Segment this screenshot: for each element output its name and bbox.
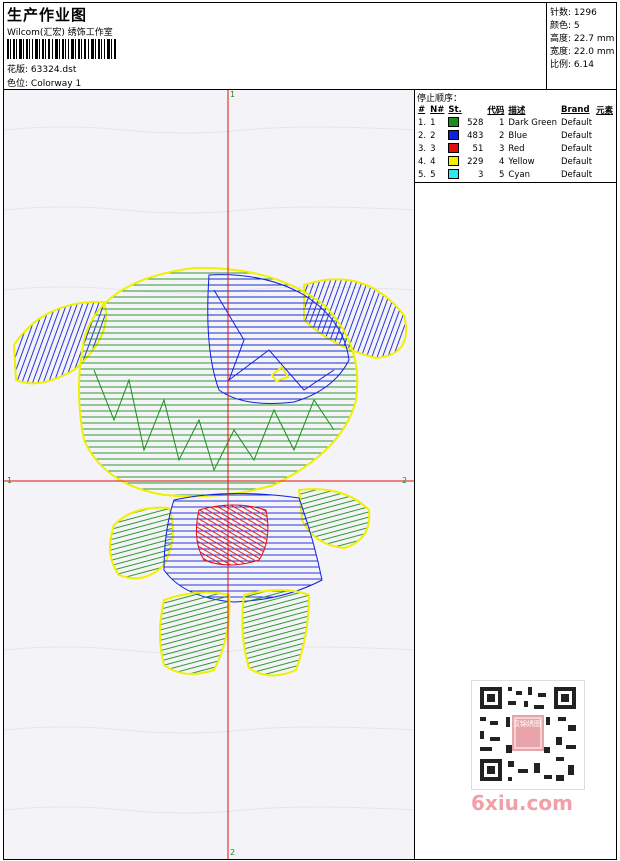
row-code: 2 bbox=[498, 130, 505, 141]
row-index: 4. bbox=[418, 156, 427, 167]
stop-sequence-panel: 停止顺序： # N# St. 代码 描述 Brand 元素 1. 1 528 1 Dar… bbox=[415, 90, 616, 183]
table-row: 4. 4 229 4 Yellow Default bbox=[416, 155, 615, 168]
production-sheet: 生产作业图 Wilcom(汇宏) 绣饰工作室 花版: 63324.dst 色位:… bbox=[3, 2, 617, 860]
row-code: 1 bbox=[498, 117, 505, 128]
row-code: 5 bbox=[498, 169, 505, 180]
col-header: St. bbox=[448, 104, 462, 115]
axis-label-bottom: 2 bbox=[230, 848, 236, 857]
table-header-row: # N# St. 代码 描述 Brand 元素 bbox=[416, 103, 615, 116]
table-row: 5. 5 3 5 Cyan Default bbox=[416, 168, 615, 181]
row-index: 3. bbox=[418, 143, 427, 154]
stitch-count: 51 bbox=[472, 143, 484, 154]
row-brand: Default bbox=[561, 143, 593, 154]
row-code: 3 bbox=[498, 143, 505, 154]
row-element bbox=[594, 129, 615, 142]
colorway-label: 色位: bbox=[7, 79, 29, 89]
embroidery-drawing bbox=[4, 90, 414, 859]
design-file-line: 花版: 63324.dst bbox=[7, 62, 76, 75]
color-swatch bbox=[448, 169, 460, 180]
colorway-name: Colorway 1 bbox=[30, 79, 82, 89]
row-needle: 2 bbox=[430, 130, 436, 141]
colorway-line: 色位: Colorway 1 bbox=[7, 76, 81, 89]
row-needle: 3 bbox=[430, 143, 436, 154]
color-swatch bbox=[448, 156, 460, 167]
color-swatch bbox=[448, 130, 460, 141]
table-row: 2. 2 483 2 Blue Default bbox=[416, 129, 615, 142]
row-brand: Default bbox=[561, 169, 593, 180]
spec-colors: 颜色: 5 bbox=[550, 21, 580, 31]
row-element bbox=[594, 168, 615, 181]
stitch-count: 3 bbox=[477, 169, 484, 180]
spec-panel: 针数: 1296 颜色: 5 高度: 22.7 mm 宽度: 22.0 mm 比… bbox=[546, 3, 617, 89]
row-index: 5. bbox=[418, 169, 427, 180]
row-needle: 5 bbox=[430, 169, 436, 180]
spec-height: 高度: 22.7 mm bbox=[550, 34, 615, 44]
barcode-icon bbox=[7, 39, 116, 59]
stitch-count: 483 bbox=[467, 130, 484, 141]
design-file-name: 63324.dst bbox=[30, 65, 77, 75]
watermark-logo: 6xiu.com bbox=[471, 791, 573, 815]
row-stitches: 51 bbox=[446, 142, 485, 155]
company-name: Wilcom(汇宏) 绣饰工作室 bbox=[7, 28, 113, 38]
col-header: # bbox=[418, 104, 426, 115]
page-title: 生产作业图 bbox=[7, 6, 88, 24]
design-file-label: 花版: bbox=[7, 65, 29, 75]
row-index: 1. bbox=[418, 117, 427, 128]
qr-stamp: 汉锦绣图 bbox=[513, 720, 541, 728]
row-description: Yellow bbox=[508, 156, 535, 167]
color-swatch bbox=[448, 117, 460, 128]
axis-label-top: 1 bbox=[230, 90, 236, 99]
color-swatch bbox=[448, 143, 460, 154]
row-element bbox=[594, 155, 615, 168]
col-header: 元素 bbox=[596, 105, 614, 116]
spec-width: 宽度: 22.0 mm bbox=[550, 47, 615, 57]
stop-sequence-table: # N# St. 代码 描述 Brand 元素 1. 1 528 1 Dark Gree… bbox=[416, 103, 615, 181]
row-brand: Default bbox=[561, 117, 593, 128]
row-needle: 1 bbox=[430, 117, 436, 128]
table-row: 1. 1 528 1 Dark Green Default bbox=[416, 116, 615, 129]
table-row: 3. 3 51 3 Red Default bbox=[416, 142, 615, 155]
axis-label-left: 1 bbox=[7, 476, 13, 485]
side-panel: 停止顺序： # N# St. 代码 描述 Brand 元素 1. 1 528 1 Dar… bbox=[415, 90, 616, 859]
row-description: Cyan bbox=[508, 169, 530, 180]
row-brand: Default bbox=[561, 156, 593, 167]
design-preview: 1 2 1 2 bbox=[4, 90, 415, 859]
row-brand: Default bbox=[561, 130, 593, 141]
row-description: Blue bbox=[508, 130, 528, 141]
row-needle: 4 bbox=[430, 156, 436, 167]
stitch-count: 229 bbox=[467, 156, 484, 167]
spec-scale: 比例: 6.14 bbox=[550, 60, 594, 70]
row-element bbox=[594, 116, 615, 129]
row-element bbox=[594, 142, 615, 155]
axis-label-right: 2 bbox=[402, 476, 408, 485]
col-header: Brand bbox=[561, 104, 590, 115]
sheet-header: 生产作业图 Wilcom(汇宏) 绣饰工作室 花版: 63324.dst 色位:… bbox=[4, 3, 616, 90]
belly-red bbox=[195, 504, 269, 566]
row-index: 2. bbox=[418, 130, 427, 141]
row-code: 4 bbox=[498, 156, 505, 167]
row-description: Red bbox=[508, 143, 525, 154]
row-stitches: 483 bbox=[446, 129, 485, 142]
row-description: Dark Green bbox=[508, 117, 558, 128]
col-header: 描述 bbox=[508, 105, 526, 116]
qr-code-icon bbox=[471, 680, 585, 790]
stitch-count: 528 bbox=[467, 117, 484, 128]
spec-stitches: 针数: 1296 bbox=[550, 8, 597, 18]
right-leg bbox=[241, 589, 311, 677]
row-stitches: 528 bbox=[446, 116, 485, 129]
row-stitches: 229 bbox=[446, 155, 485, 168]
col-header: 代码 bbox=[487, 105, 505, 116]
col-header: N# bbox=[430, 104, 445, 115]
left-leg bbox=[159, 591, 231, 675]
row-stitches: 3 bbox=[446, 168, 485, 181]
header-info: 生产作业图 Wilcom(汇宏) 绣饰工作室 花版: 63324.dst 色位:… bbox=[4, 3, 546, 89]
